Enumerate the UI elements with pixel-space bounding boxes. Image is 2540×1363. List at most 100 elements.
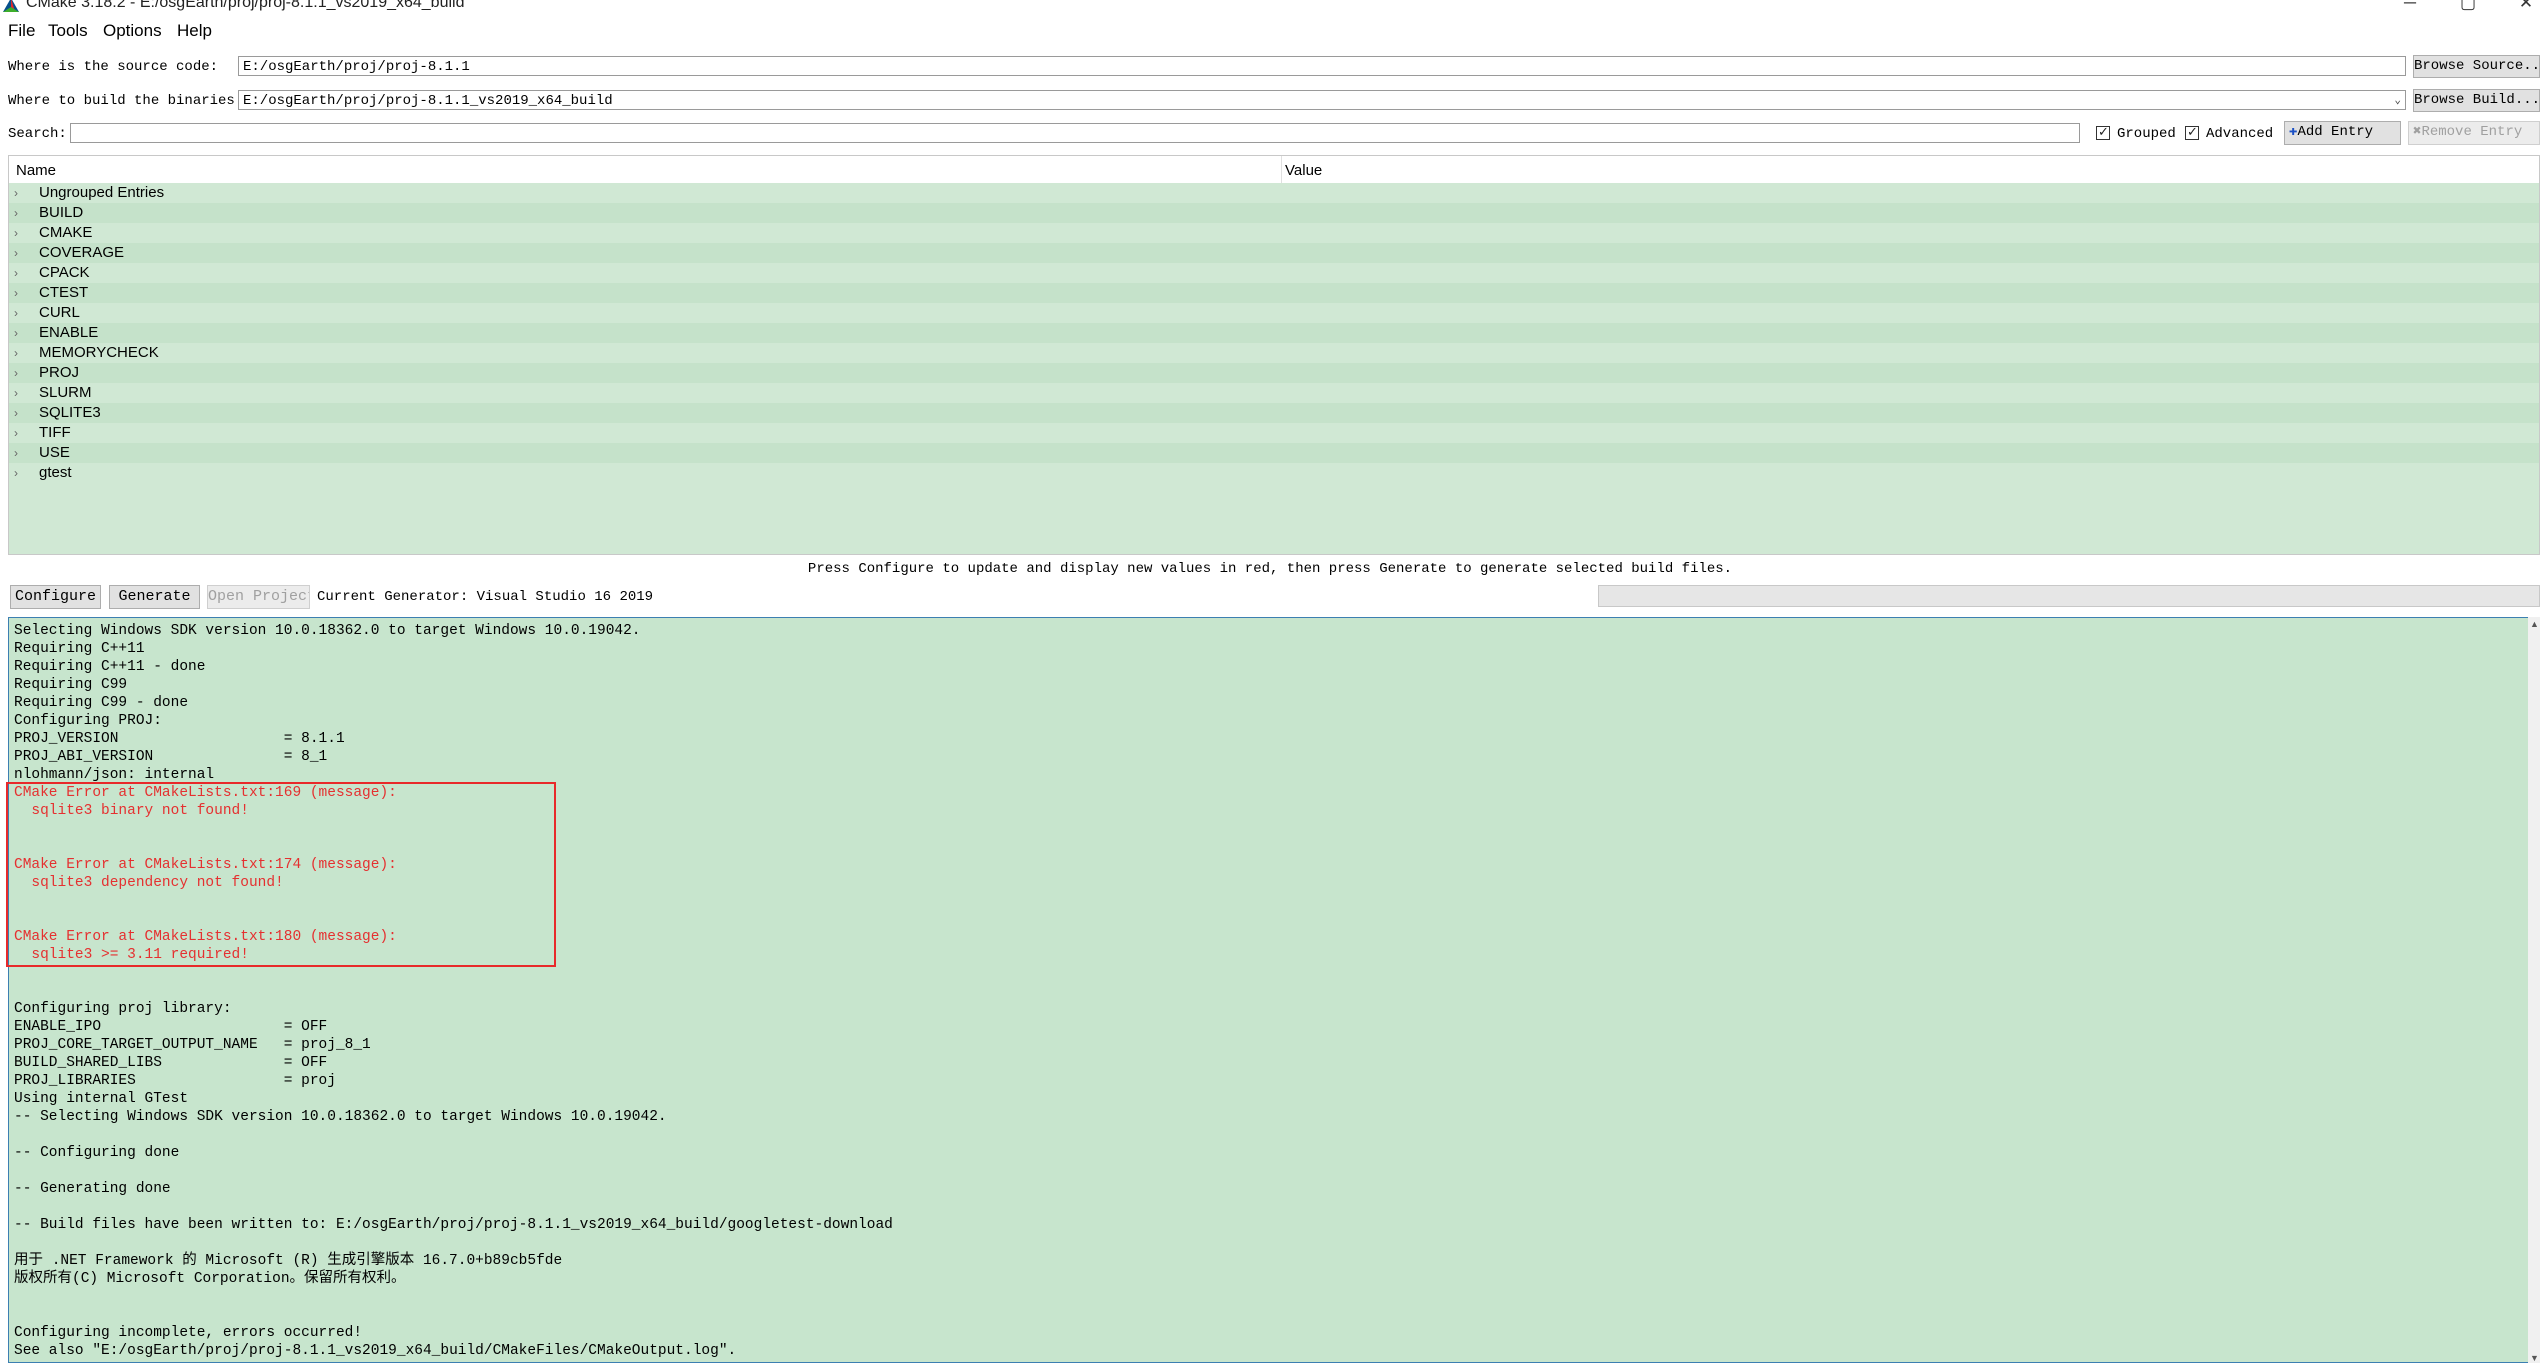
remove-entry-button[interactable]: ✖Remove Entry xyxy=(2408,121,2540,145)
tree-group-label: PROJ xyxy=(39,364,80,381)
log-line: nlohmann/json: internal xyxy=(14,767,215,783)
browse-build-button[interactable]: Browse Build... xyxy=(2413,89,2540,112)
expand-arrow-icon[interactable]: › xyxy=(14,423,18,443)
log-line: Selecting Windows SDK version 10.0.18362… xyxy=(14,623,641,639)
tree-group-row[interactable]: › COVERAGE xyxy=(9,243,2539,263)
tree-group-label: SLURM xyxy=(39,384,92,401)
tree-group-row[interactable]: › BUILD xyxy=(9,203,2539,223)
log-line: Configuring proj library: xyxy=(14,1001,232,1017)
expand-arrow-icon[interactable]: › xyxy=(14,303,18,323)
log-line: 版权所有(C) Microsoft Corporation。保留所有权利。 xyxy=(14,1271,406,1287)
scroll-down-icon[interactable]: ▼ xyxy=(2530,1353,2539,1363)
tree-group-label: MEMORYCHECK xyxy=(39,344,159,361)
expand-arrow-icon[interactable]: › xyxy=(14,203,18,223)
log-line: Configuring PROJ: xyxy=(14,713,162,729)
log-line: Requiring C++11 - done xyxy=(14,659,206,675)
expand-arrow-icon[interactable]: › xyxy=(14,323,18,343)
progress-bar xyxy=(1598,585,2540,607)
tree-group-row[interactable]: › SQLITE3 xyxy=(9,403,2539,423)
add-entry-label: Add Entry xyxy=(2297,124,2374,140)
maximize-button[interactable]: ▢ xyxy=(2448,0,2488,13)
expand-arrow-icon[interactable]: › xyxy=(14,463,18,483)
menu-tools[interactable]: Tools xyxy=(48,21,88,41)
tree-group-label: CMAKE xyxy=(39,224,93,241)
log-line: PROJ_LIBRARIES = proj xyxy=(14,1073,336,1089)
expand-arrow-icon[interactable]: › xyxy=(14,263,18,283)
tree-group-row[interactable]: › CTEST xyxy=(9,283,2539,303)
expand-arrow-icon[interactable]: › xyxy=(14,243,18,263)
expand-arrow-icon[interactable]: › xyxy=(14,343,18,363)
tree-group-label: CTEST xyxy=(39,284,89,301)
advanced-checkbox[interactable] xyxy=(2185,124,2199,140)
browse-source-button[interactable]: Browse Source... xyxy=(2413,55,2540,78)
cache-tree[interactable]: Name Value › Ungrouped Entries › BUILD › CMAK… xyxy=(8,155,2540,555)
menu-bar: File Tools Options Help xyxy=(0,16,2540,44)
tree-group-row[interactable]: › MEMORYCHECK xyxy=(9,343,2539,363)
generate-button[interactable]: Generate xyxy=(109,585,200,609)
tree-group-row[interactable]: › USE xyxy=(9,443,2539,463)
expand-arrow-icon[interactable]: › xyxy=(14,383,18,403)
source-label: Where is the source code: xyxy=(8,59,219,75)
minimize-button[interactable]: ─ xyxy=(2390,0,2430,13)
source-path-input[interactable]: E:/osgEarth/proj/proj-8.1.1 xyxy=(238,56,2406,76)
status-hint: Press Configure to update and display ne… xyxy=(807,561,1733,577)
expand-arrow-icon[interactable]: › xyxy=(14,223,18,243)
tree-group-label: BUILD xyxy=(39,204,84,221)
log-line: Configuring incomplete, errors occurred! xyxy=(14,1325,363,1341)
cmake-logo-icon xyxy=(3,0,19,12)
scroll-up-icon[interactable]: ▲ xyxy=(2530,619,2539,629)
tree-group-row[interactable]: › gtest xyxy=(9,463,2539,483)
log-line: PROJ_ABI_VERSION = 8_1 xyxy=(14,749,328,765)
expand-arrow-icon[interactable]: › xyxy=(14,283,18,303)
tree-group-label: SQLITE3 xyxy=(39,404,101,421)
column-separator[interactable] xyxy=(1281,156,1282,183)
build-path-combo[interactable]: E:/osgEarth/proj/proj-8.1.1_vs2019_x64_b… xyxy=(238,90,2406,110)
tree-group-row[interactable]: › CPACK xyxy=(9,263,2539,283)
tree-group-row[interactable]: › Ungrouped Entries xyxy=(9,183,2539,203)
tree-group-label: COVERAGE xyxy=(39,244,125,261)
close-button[interactable]: ✕ xyxy=(2506,0,2540,13)
grouped-checkbox[interactable] xyxy=(2096,124,2110,140)
tree-group-label: gtest xyxy=(39,464,72,481)
log-line: -- Configuring done xyxy=(14,1145,180,1161)
tree-group-row[interactable]: › CURL xyxy=(9,303,2539,323)
add-entry-button[interactable]: ✚Add Entry xyxy=(2284,121,2401,145)
build-path-value: E:/osgEarth/proj/proj-8.1.1_vs2019_x64_b… xyxy=(243,93,613,109)
remove-entry-label: Remove Entry xyxy=(2421,124,2523,140)
tree-group-label: Ungrouped Entries xyxy=(39,184,165,201)
log-text: Selecting Windows SDK version 10.0.18362… xyxy=(14,622,893,1360)
search-input[interactable] xyxy=(70,123,2080,143)
log-line: -- Selecting Windows SDK version 10.0.18… xyxy=(14,1109,667,1125)
log-scrollbar[interactable]: ▲ ▼ xyxy=(2528,617,2540,1363)
grouped-label: Grouped xyxy=(2117,126,2176,142)
tree-group-row[interactable]: › PROJ xyxy=(9,363,2539,383)
tree-group-label: CURL xyxy=(39,304,80,321)
expand-arrow-icon[interactable]: › xyxy=(14,363,18,383)
output-log[interactable]: Selecting Windows SDK version 10.0.18362… xyxy=(8,617,2540,1363)
expand-arrow-icon[interactable]: › xyxy=(14,183,18,203)
log-line: BUILD_SHARED_LIBS = OFF xyxy=(14,1055,328,1071)
open-project-button[interactable]: Open Project xyxy=(207,585,310,609)
log-line: Requiring C++11 xyxy=(14,641,145,657)
configure-button[interactable]: Configure xyxy=(10,585,101,609)
chevron-down-icon[interactable]: ⌄ xyxy=(2394,91,2401,109)
tree-group-row[interactable]: › ENABLE xyxy=(9,323,2539,343)
log-line: 用于 .NET Framework 的 Microsoft (R) 生成引擎版本… xyxy=(14,1253,563,1269)
tree-header: Name Value xyxy=(9,156,2539,184)
tree-group-row[interactable]: › CMAKE xyxy=(9,223,2539,243)
window-title: CMake 3.18.2 - E:/osgEarth/proj/proj-8.1… xyxy=(26,0,465,11)
expand-arrow-icon[interactable]: › xyxy=(14,443,18,463)
expand-arrow-icon[interactable]: › xyxy=(14,403,18,423)
log-line: -- Generating done xyxy=(14,1181,171,1197)
menu-file[interactable]: File xyxy=(8,21,35,41)
tree-group-row[interactable]: › TIFF xyxy=(9,423,2539,443)
tree-group-label: ENABLE xyxy=(39,324,99,341)
search-label: Search: xyxy=(8,126,67,142)
column-value-header[interactable]: Value xyxy=(1285,162,1322,179)
menu-help[interactable]: Help xyxy=(177,21,212,41)
log-line: PROJ_CORE_TARGET_OUTPUT_NAME = proj_8_1 xyxy=(14,1037,371,1053)
menu-options[interactable]: Options xyxy=(103,21,162,41)
tree-group-row[interactable]: › SLURM xyxy=(9,383,2539,403)
column-name-header[interactable]: Name xyxy=(16,162,56,179)
build-label: Where to build the binaries: xyxy=(8,93,244,109)
